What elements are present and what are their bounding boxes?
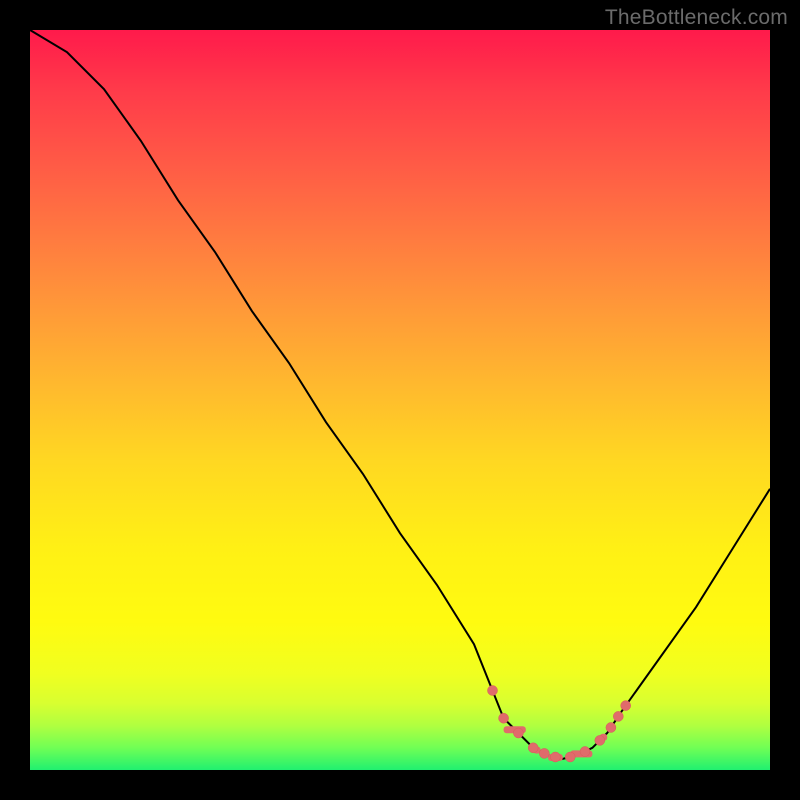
marker-dot xyxy=(613,711,623,721)
chart-svg xyxy=(30,30,770,770)
marker-dot xyxy=(539,748,549,758)
marker-dot xyxy=(488,686,498,696)
watermark-text: TheBottleneck.com xyxy=(605,6,788,30)
marker-dot xyxy=(621,701,631,711)
marker-dot xyxy=(580,747,590,757)
bottleneck-curve xyxy=(30,30,770,759)
marker-dot xyxy=(528,743,538,753)
marker-dot xyxy=(499,713,509,723)
marker-dot xyxy=(550,752,560,762)
marker-dot xyxy=(513,728,523,738)
marker-dot xyxy=(595,735,605,745)
marker-dot xyxy=(565,752,575,762)
marker-dot xyxy=(606,723,616,733)
chart-container xyxy=(30,30,770,770)
